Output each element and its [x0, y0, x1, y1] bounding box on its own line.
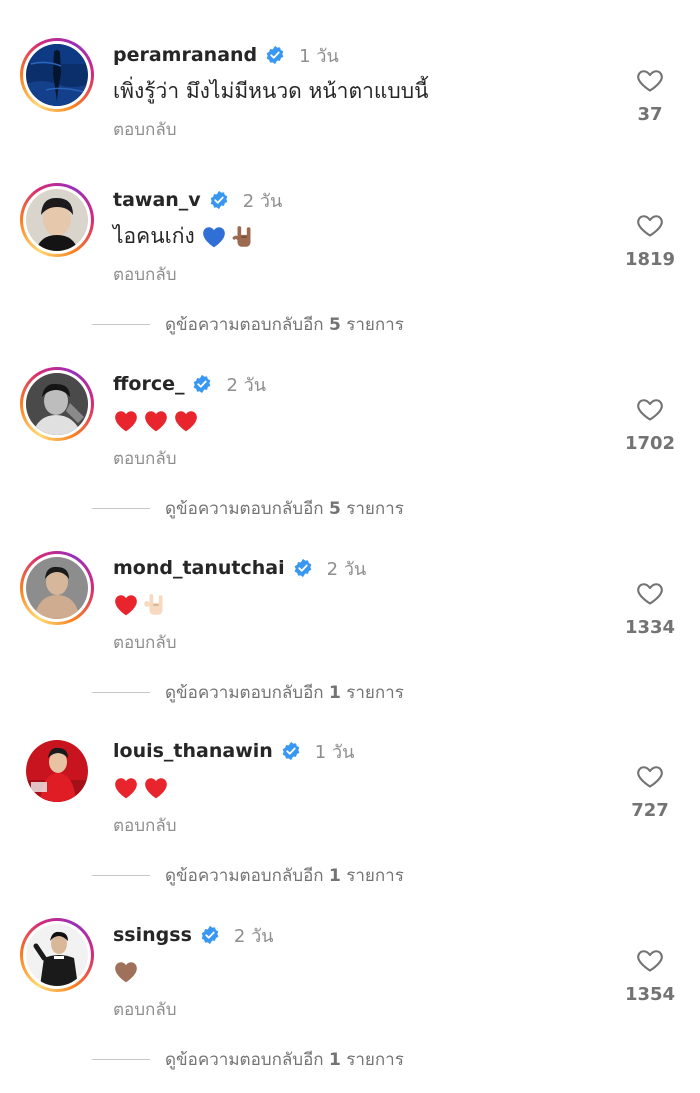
comment-header: louis_thanawin 1 วัน — [113, 736, 354, 766]
red-heart-icon — [115, 778, 137, 799]
comment-item: peramranand 1 วัน เพิ่งรู้ว่า มึงไม่มีหน… — [0, 38, 700, 198]
timestamp: 1 วัน — [299, 45, 339, 67]
emoji-row — [113, 959, 139, 985]
red-heart-icon — [175, 411, 197, 432]
heart-outline-icon[interactable] — [636, 66, 664, 94]
reply-button[interactable]: ตอบกลับ — [113, 998, 177, 1022]
reply-button[interactable]: ตอบกลับ — [113, 447, 177, 471]
reply-button[interactable]: ตอบกลับ — [113, 263, 177, 287]
view-replies-button[interactable]: ดูข้อความตอบกลับอีก 1 รายการ — [92, 679, 404, 706]
divider-line — [92, 692, 150, 693]
comment-header: fforce_ 2 วัน — [113, 369, 266, 399]
reply-button[interactable]: ตอบกลับ — [113, 814, 177, 838]
divider-line — [92, 324, 150, 325]
avatar[interactable] — [20, 38, 94, 112]
like-section: 37 — [618, 66, 682, 125]
view-replies-label: ดูข้อความตอบกลับอีก 5 รายการ — [165, 315, 404, 335]
like-section: 1354 — [618, 946, 682, 1005]
heart-outline-icon[interactable] — [636, 579, 664, 607]
avatar[interactable] — [20, 367, 94, 441]
comment-header: tawan_v 2 วัน — [113, 185, 282, 215]
username[interactable]: fforce_ — [113, 373, 184, 395]
verified-badge-icon — [281, 741, 301, 761]
username[interactable]: louis_thanawin — [113, 740, 273, 762]
view-replies-label: ดูข้อความตอบกลับอีก 1 รายการ — [165, 1050, 404, 1070]
comment-item: ssingss 2 วัน ตอบกลับ 1354 ดูข้อความตอบก… — [0, 918, 700, 1078]
view-replies-button[interactable]: ดูข้อความตอบกลับอีก 1 รายการ — [92, 862, 404, 889]
reply-button[interactable]: ตอบกลับ — [113, 118, 177, 142]
divider-line — [92, 875, 150, 876]
divider-line — [92, 508, 150, 509]
verified-badge-icon — [209, 190, 229, 210]
view-replies-button[interactable]: ดูข้อความตอบกลับอีก 5 รายการ — [92, 495, 404, 522]
emoji-row — [113, 775, 169, 801]
verified-badge-icon — [265, 45, 285, 65]
like-count: 1702 — [624, 433, 676, 454]
view-replies-label: ดูข้อความตอบกลับอีก 1 รายการ — [165, 866, 404, 886]
comment-item: louis_thanawin 1 วัน ตอบกลับ 727 ดูข้อคว… — [0, 734, 700, 894]
avatar[interactable] — [20, 734, 94, 808]
rock-hand-icon — [233, 226, 251, 247]
comment-text: ไอคนเก่ง — [113, 221, 257, 251]
like-count: 1819 — [624, 249, 676, 270]
comment-text — [113, 405, 199, 435]
reply-button[interactable]: ตอบกลับ — [113, 631, 177, 655]
username[interactable]: ssingss — [113, 924, 192, 946]
like-section: 1334 — [618, 579, 682, 638]
avatar[interactable] — [20, 183, 94, 257]
like-count: 37 — [637, 104, 663, 125]
comments-list: peramranand 1 วัน เพิ่งรู้ว่า มึงไม่มีหน… — [0, 0, 700, 1093]
red-heart-icon — [145, 411, 167, 432]
heart-outline-icon[interactable] — [636, 395, 664, 423]
red-heart-icon — [115, 595, 137, 616]
emoji-row — [201, 224, 257, 250]
timestamp: 2 วัน — [226, 374, 267, 396]
like-count: 1354 — [624, 984, 676, 1005]
love-you-hand-icon — [144, 594, 163, 615]
like-section: 727 — [618, 762, 682, 821]
like-section: 1819 — [618, 211, 682, 270]
view-replies-label: ดูข้อความตอบกลับอีก 5 รายการ — [165, 499, 404, 519]
avatar[interactable] — [20, 551, 94, 625]
comment-header: ssingss 2 วัน — [113, 920, 273, 950]
divider-line — [92, 1059, 150, 1060]
blue-heart-icon — [203, 227, 226, 248]
verified-badge-icon — [293, 558, 313, 578]
view-replies-label: ดูข้อความตอบกลับอีก 1 รายการ — [165, 683, 404, 703]
like-count: 1334 — [624, 617, 676, 638]
view-replies-button[interactable]: ดูข้อความตอบกลับอีก 5 รายการ — [92, 311, 404, 338]
like-section: 1702 — [618, 395, 682, 454]
comment-item: mond_tanutchai 2 วัน ตอบกลับ 1334 ดูข้อค… — [0, 551, 700, 711]
brown-heart-icon — [115, 962, 137, 983]
comment-text — [113, 772, 169, 802]
timestamp: 1 วัน — [314, 741, 355, 763]
avatar[interactable] — [20, 918, 94, 992]
username[interactable]: mond_tanutchai — [113, 557, 285, 579]
red-heart-icon — [115, 411, 137, 432]
comment-header: mond_tanutchai 2 วัน — [113, 553, 366, 583]
red-heart-icon — [145, 778, 167, 799]
comment-text-content: ไอคนเก่ง — [113, 224, 195, 248]
emoji-row — [113, 408, 199, 434]
like-count: 727 — [631, 800, 669, 821]
verified-badge-icon — [192, 374, 212, 394]
timestamp: 2 วัน — [233, 925, 274, 947]
heart-outline-icon[interactable] — [636, 762, 664, 790]
heart-outline-icon[interactable] — [636, 946, 664, 974]
comment-text — [113, 589, 169, 619]
heart-outline-icon[interactable] — [636, 211, 664, 239]
verified-badge-icon — [200, 925, 220, 945]
comment-text — [113, 956, 139, 986]
view-replies-button[interactable]: ดูข้อความตอบกลับอีก 1 รายการ — [92, 1046, 404, 1073]
comment-item: tawan_v 2 วัน ไอคนเก่ง ตอบกลับ 1819 ดูข้… — [0, 183, 700, 343]
comment-header: peramranand 1 วัน — [113, 40, 339, 70]
comment-text: เพิ่งรู้ว่า มึงไม่มีหนวด หน้าตาแบบนี้ — [113, 79, 429, 103]
comment-item: fforce_ 2 วัน ตอบกลับ 1702 ดูข้อความตอบก… — [0, 367, 700, 527]
emoji-row — [113, 592, 169, 618]
timestamp: 2 วัน — [242, 190, 283, 212]
timestamp: 2 วัน — [326, 558, 367, 580]
username[interactable]: tawan_v — [113, 189, 201, 211]
username[interactable]: peramranand — [113, 44, 257, 66]
